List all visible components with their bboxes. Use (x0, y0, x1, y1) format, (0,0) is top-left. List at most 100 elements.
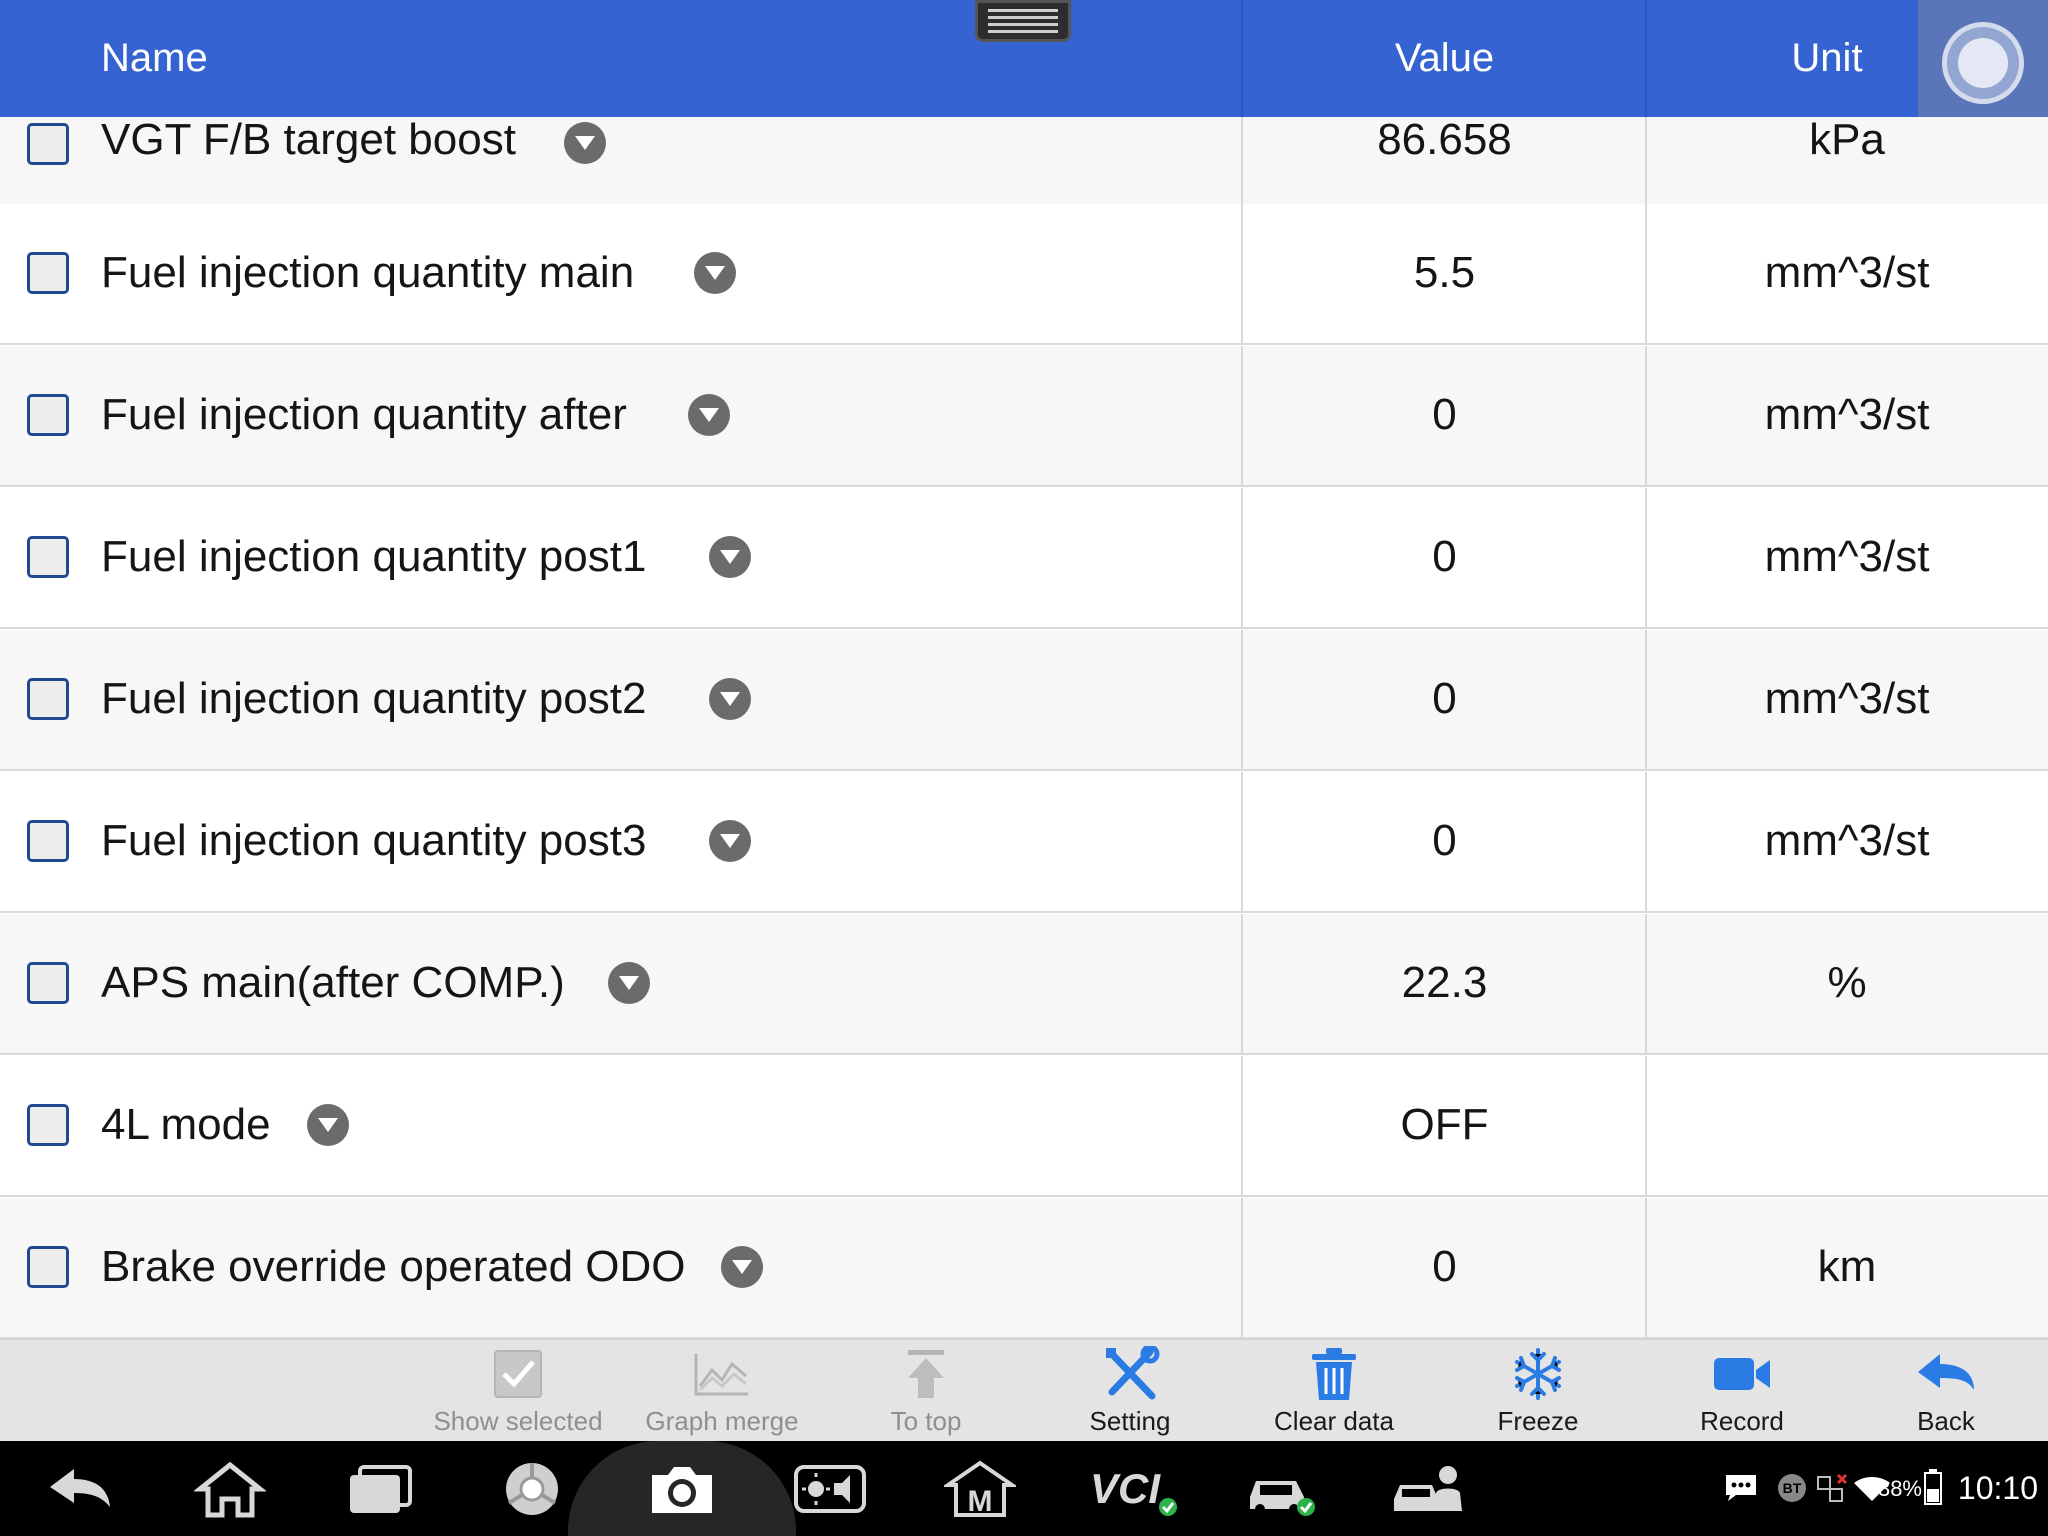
to-top-button[interactable]: To top (824, 1340, 1028, 1442)
row-name: Fuel injection quantity after (101, 390, 627, 439)
setting-button[interactable]: Setting (1028, 1340, 1232, 1442)
dropdown-arrow-icon[interactable] (694, 252, 736, 294)
camera-icon[interactable] (646, 1459, 718, 1519)
trash-icon (1312, 1348, 1356, 1400)
table-row[interactable]: Fuel injection quantity main 5.5 mm^3/st (0, 204, 2048, 345)
row-checkbox[interactable] (27, 252, 69, 294)
table-row[interactable]: APS main(after COMP.) 22.3 % (0, 914, 2048, 1055)
drag-handle-icon[interactable] (975, 0, 1071, 42)
chat-bubble-icon (1726, 1475, 1756, 1501)
column-header-value: Value (1394, 36, 1495, 80)
dropdown-arrow-icon[interactable] (608, 962, 650, 1004)
dropdown-arrow-icon[interactable] (688, 394, 730, 436)
dropdown-arrow-icon[interactable] (564, 122, 606, 164)
row-checkbox[interactable] (27, 1104, 69, 1146)
back-arrow-icon (1918, 1354, 1974, 1390)
back-button[interactable]: Back (1844, 1340, 2048, 1442)
recent-apps-icon[interactable] (344, 1459, 416, 1519)
graph-merge-label: Graph merge (645, 1406, 799, 1436)
row-unit: mm^3/st (1764, 532, 1930, 581)
wrench-screwdriver-icon (1106, 1346, 1160, 1400)
row-value: 0 (1432, 674, 1457, 723)
row-value: 5.5 (1413, 248, 1476, 297)
vci-icon[interactable]: VCI (1090, 1459, 1180, 1519)
row-name: VGT F/B target boost (101, 117, 516, 164)
system-navigation-bar: M VCI BT 38% 10:10 (0, 1441, 2048, 1536)
row-value: 22.3 (1401, 958, 1488, 1007)
row-unit: mm^3/st (1764, 248, 1930, 297)
to-top-label: To top (890, 1406, 962, 1436)
row-checkbox[interactable] (27, 1246, 69, 1288)
table-row[interactable]: Fuel injection quantity post1 0 mm^3/st (0, 488, 2048, 629)
table-row[interactable]: Brake override operated ODO 0 km (0, 1198, 2048, 1339)
row-checkbox[interactable] (27, 536, 69, 578)
row-value: 0 (1432, 532, 1457, 581)
row-unit: mm^3/st (1764, 816, 1930, 865)
dropdown-arrow-icon[interactable] (307, 1104, 349, 1146)
row-unit: mm^3/st (1764, 390, 1930, 439)
svg-text:VCI: VCI (1090, 1465, 1161, 1512)
car-service-icon[interactable] (1392, 1459, 1464, 1519)
row-name: Fuel injection quantity post2 (101, 674, 647, 723)
battery-icon (1924, 1469, 1942, 1505)
dropdown-arrow-icon[interactable] (709, 536, 751, 578)
row-checkbox[interactable] (27, 394, 69, 436)
setting-label: Setting (1089, 1406, 1171, 1436)
column-header-name: Name (101, 36, 208, 80)
row-name: 4L mode (101, 1100, 271, 1149)
row-value: 0 (1432, 816, 1457, 865)
table-row[interactable]: Fuel injection quantity post3 0 mm^3/st (0, 772, 2048, 913)
row-checkbox[interactable] (27, 678, 69, 720)
table-row[interactable]: 4L mode OFF (0, 1056, 2048, 1197)
checkbox-icon (494, 1350, 542, 1398)
bottom-toolbar: Show selected Graph merge To top Setting (0, 1339, 2048, 1442)
assistive-touch-button[interactable] (1918, 0, 2048, 130)
row-checkbox[interactable] (27, 820, 69, 862)
battery-percentage: 38% (1877, 1476, 1922, 1501)
row-value: 0 (1432, 1242, 1457, 1291)
row-checkbox[interactable] (27, 962, 69, 1004)
graph-icon (694, 1354, 748, 1396)
home-icon[interactable] (194, 1459, 266, 1519)
row-value: 0 (1432, 390, 1457, 439)
clear-data-button[interactable]: Clear data (1232, 1340, 1436, 1442)
row-unit: mm^3/st (1764, 674, 1930, 723)
freeze-button[interactable]: Freeze (1436, 1340, 1640, 1442)
bluetooth-badge: BT (1778, 1474, 1806, 1502)
row-value: 86.658 (1377, 117, 1512, 164)
row-unit: km (1817, 1242, 1877, 1291)
graph-merge-button[interactable]: Graph merge (620, 1340, 824, 1442)
table-row[interactable]: Fuel injection quantity after 0 mm^3/st (0, 346, 2048, 487)
svg-text:M: M (968, 1485, 993, 1518)
dropdown-arrow-icon[interactable] (709, 820, 751, 862)
row-checkbox[interactable] (27, 123, 69, 165)
row-name: Fuel injection quantity post3 (101, 816, 647, 865)
back-arrow-icon[interactable] (44, 1459, 116, 1519)
row-unit: kPa (1809, 117, 1885, 164)
freeze-label: Freeze (1497, 1406, 1579, 1436)
row-unit: % (1827, 958, 1867, 1007)
video-camera-icon (1714, 1358, 1770, 1390)
dropdown-arrow-icon[interactable] (709, 678, 751, 720)
snowflake-icon (1515, 1348, 1561, 1400)
maxifix-m-icon[interactable]: M (944, 1459, 1016, 1519)
clock: 10:10 (1957, 1470, 2038, 1506)
show-selected-label: Show selected (433, 1406, 603, 1436)
data-stream-list[interactable]: VGT F/B target boost 86.658 kPa Fuel inj… (0, 117, 2048, 1339)
arrow-up-icon (908, 1350, 944, 1398)
row-name: Fuel injection quantity main (101, 248, 635, 297)
display-volume-icon[interactable] (794, 1459, 866, 1519)
dropdown-arrow-icon[interactable] (721, 1246, 763, 1288)
row-name: Fuel injection quantity post1 (101, 532, 647, 581)
table-row[interactable]: Fuel injection quantity post2 0 mm^3/st (0, 630, 2048, 771)
car-check-icon[interactable] (1244, 1459, 1316, 1519)
record-label: Record (1700, 1406, 1784, 1436)
row-name: APS main(after COMP.) (101, 958, 565, 1007)
clear-data-label: Clear data (1274, 1406, 1394, 1436)
network-error-icon (1817, 1473, 1848, 1502)
record-button[interactable]: Record (1640, 1340, 1844, 1442)
chrome-icon[interactable] (496, 1459, 568, 1519)
row-name: Brake override operated ODO (101, 1242, 686, 1291)
row-value: OFF (1400, 1100, 1489, 1149)
show-selected-button[interactable]: Show selected (416, 1340, 620, 1442)
